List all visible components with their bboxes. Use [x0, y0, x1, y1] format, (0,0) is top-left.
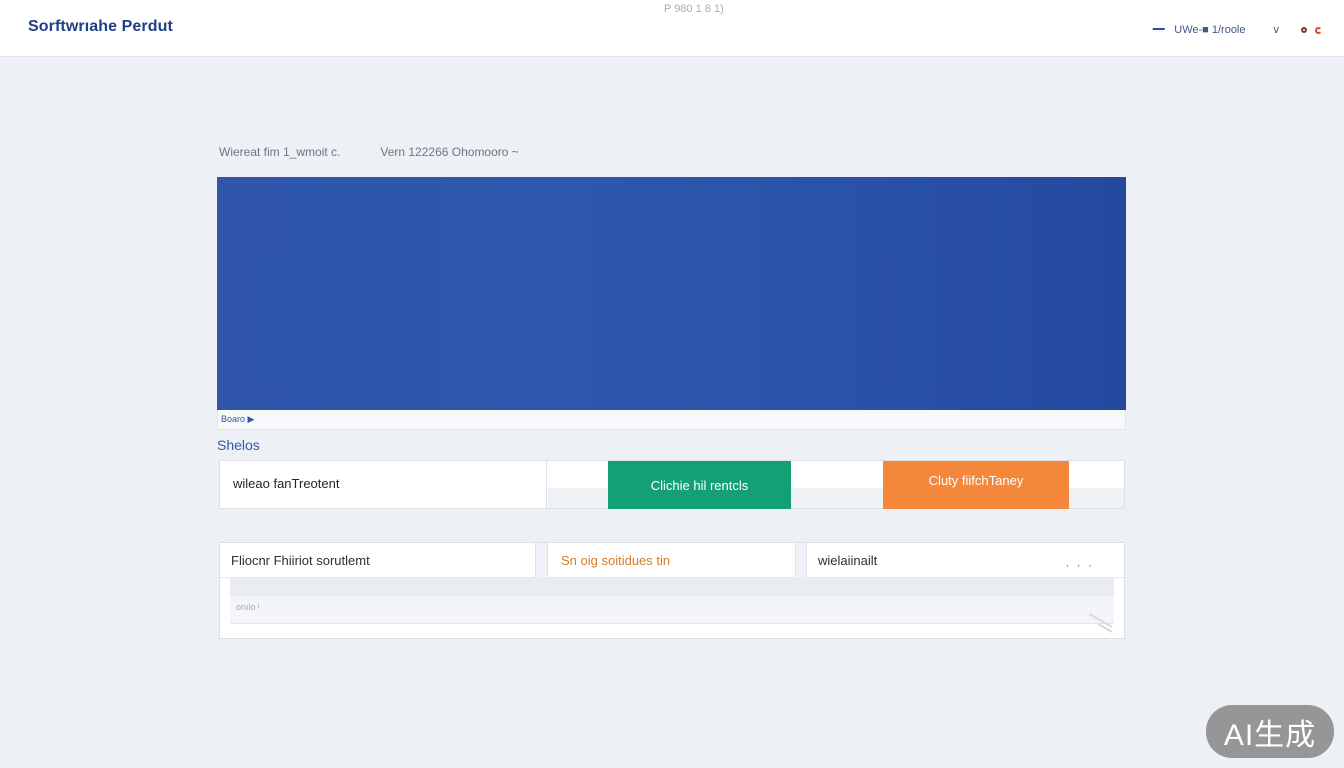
- tab-gap: [796, 543, 806, 578]
- user-label[interactable]: UWe-■ 1/roole: [1174, 24, 1245, 36]
- alert-icon[interactable]: [1315, 26, 1322, 34]
- panel-tab-2[interactable]: Sn oig soitidues tin: [547, 543, 796, 578]
- orange-action-button[interactable]: Cluty fiifchTaney: [883, 461, 1069, 509]
- breadcrumb: Wiereat fim 1_wmoit c. Vern 122266 Ohomo…: [219, 145, 519, 159]
- section-title: Shelos: [217, 437, 260, 453]
- panel-tab-3-label: wielaiinailt: [818, 552, 878, 568]
- panel-body-text: onılo ᴵ: [236, 602, 260, 612]
- panel-tab-1[interactable]: Fliocnr Fhiiriot sorutlemt: [220, 543, 536, 578]
- status-spacer: [1069, 488, 1124, 508]
- green-action-button[interactable]: Clichie hil rentcls: [608, 461, 791, 509]
- ai-watermark-badge: AI生成: [1206, 705, 1334, 758]
- panel-tab-3[interactable]: wielaiinailt · · ·: [806, 543, 1124, 578]
- center-code-text: P 980 1 8 1): [664, 3, 724, 15]
- breadcrumb-item-1[interactable]: Wiereat fim 1_wmoit c.: [219, 145, 340, 159]
- panel-strip: [230, 578, 1114, 596]
- tab-gap: [536, 543, 547, 578]
- hero-caption[interactable]: Boaro ▶: [221, 414, 254, 425]
- hero-banner: [217, 177, 1126, 410]
- status-label: wileao fanTreotent: [233, 476, 340, 491]
- status-spacer: [548, 488, 608, 508]
- brand-title[interactable]: Sorftwrıahe Perdut: [28, 18, 173, 36]
- details-panel: Fliocnr Fhiiriot sorutlemt Sn oig soitid…: [219, 542, 1125, 639]
- breadcrumb-item-2[interactable]: Vern 122266 Ohomooro ~: [380, 145, 518, 159]
- user-status-icon: [1152, 25, 1166, 35]
- status-label-cell: wileao fanTreotent: [220, 461, 547, 508]
- panel-body: onılo ᴵ: [230, 596, 1114, 624]
- resize-handle-icon[interactable]: [1086, 618, 1112, 634]
- status-spacer: [791, 488, 883, 508]
- chevron-down-icon[interactable]: v: [1274, 24, 1280, 36]
- top-bar: Sorftwrıahe Perdut P 980 1 8 1) UWe-■ 1/…: [0, 0, 1344, 57]
- notification-icon[interactable]: [1301, 27, 1307, 33]
- more-options-icon[interactable]: · · ·: [1065, 558, 1094, 572]
- status-row: wileao fanTreotent Clichie hil rentcls C…: [219, 460, 1125, 509]
- hero-caption-bar: Boaro ▶: [217, 410, 1126, 430]
- user-area[interactable]: UWe-■ 1/roole v: [1152, 22, 1322, 38]
